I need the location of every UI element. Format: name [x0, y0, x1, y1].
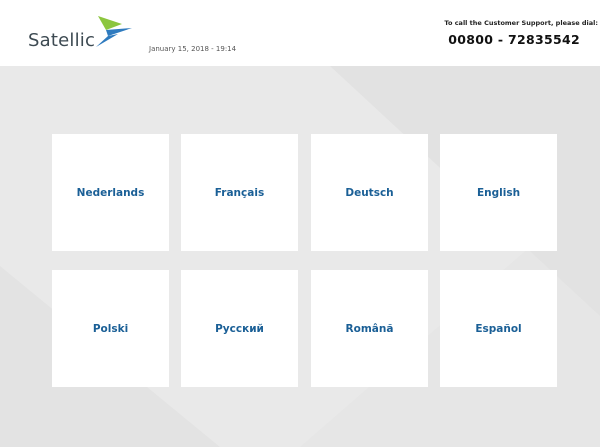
- language-label: Español: [475, 322, 522, 335]
- language-button-nederlands[interactable]: Nederlands: [52, 134, 169, 251]
- language-selection-area: Nederlands Français Deutsch English Pols…: [0, 66, 600, 447]
- language-label: Română: [345, 322, 394, 335]
- language-button-russian[interactable]: Русский: [181, 270, 298, 387]
- support-label: To call the Customer Support, please dia…: [444, 19, 598, 27]
- satellic-logo: Satellic: [28, 14, 138, 54]
- language-button-polski[interactable]: Polski: [52, 270, 169, 387]
- logo-text: Satellic: [28, 30, 96, 51]
- language-button-deutsch[interactable]: Deutsch: [311, 134, 428, 251]
- language-label: Polski: [92, 322, 129, 335]
- language-button-francais[interactable]: Français: [181, 134, 298, 251]
- language-button-romana[interactable]: Română: [311, 270, 428, 387]
- language-button-english[interactable]: English: [440, 134, 557, 251]
- language-label: Français: [214, 186, 265, 199]
- language-label: Русский: [215, 322, 264, 335]
- language-label: English: [476, 186, 521, 199]
- support-phone: 00800 - 72835542: [448, 32, 580, 47]
- satellic-logo-icon: [96, 16, 132, 47]
- language-label: Nederlands: [76, 186, 145, 199]
- datetime: January 15, 2018 - 19:14: [149, 45, 237, 53]
- header: Satellic January 15, 2018 - 19:14 To cal…: [0, 0, 600, 66]
- background-decoration: [0, 66, 600, 447]
- language-button-espanol[interactable]: Español: [440, 270, 557, 387]
- language-label: Deutsch: [345, 186, 394, 199]
